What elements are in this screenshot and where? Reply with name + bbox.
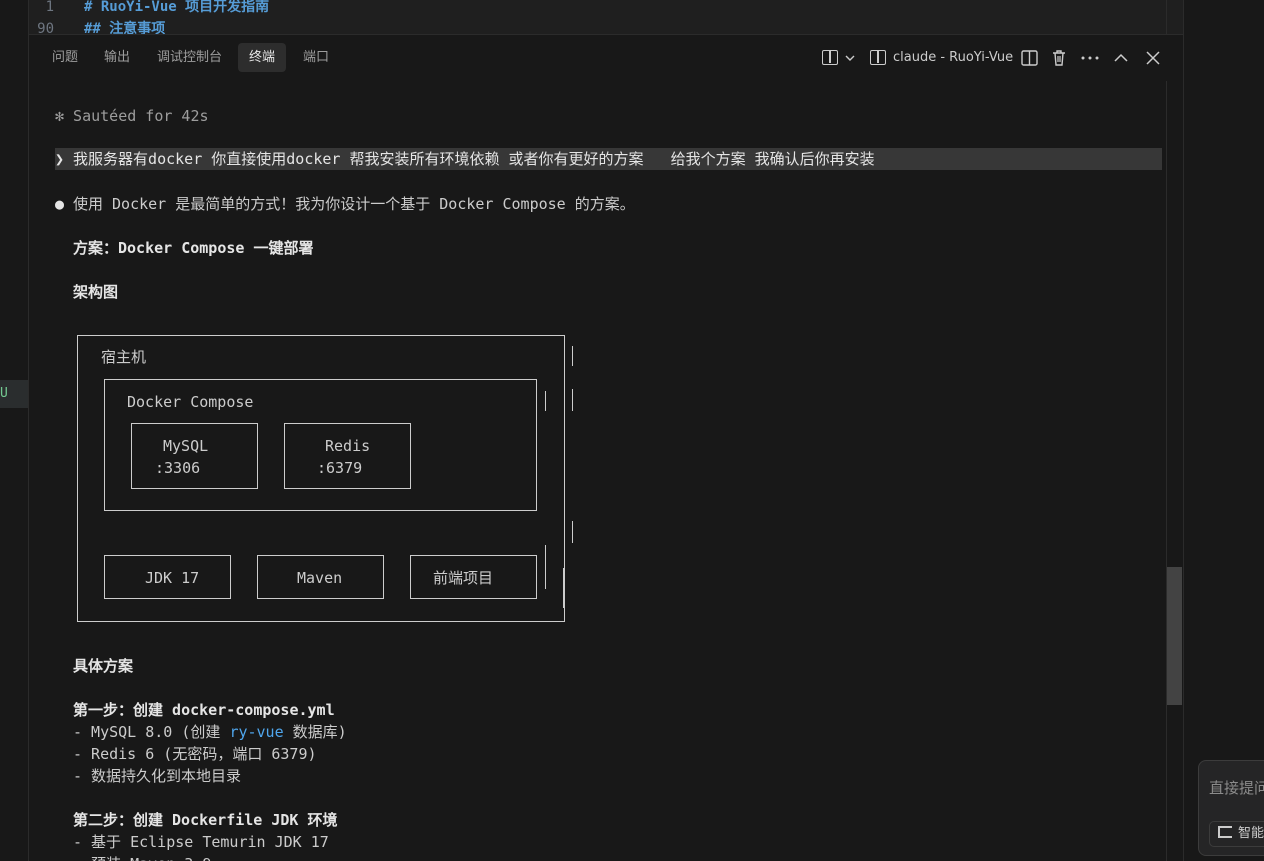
mysql-port: :3306 bbox=[155, 459, 201, 477]
chat-placeholder: 直接提问 bbox=[1209, 779, 1264, 797]
editor-divider bbox=[1166, 0, 1167, 34]
step2-item: - 预装 Maven 3.9 bbox=[73, 853, 211, 861]
chat-input-box[interactable]: 直接提问 智能 bbox=[1198, 760, 1264, 856]
chat-mode-button[interactable]: 智能 bbox=[1209, 821, 1264, 847]
step1-item: - Redis 6 (无密码，端口 6379) bbox=[73, 745, 317, 763]
frontend-label: 前端项目 bbox=[433, 569, 494, 587]
step1-item: - 数据持久化到本地目录 bbox=[73, 767, 242, 785]
tab-ports[interactable]: 端口 bbox=[292, 43, 340, 72]
reply-bullet: ● bbox=[55, 195, 65, 213]
maven-label: Maven bbox=[297, 569, 343, 587]
diagram-edge bbox=[563, 568, 564, 590]
line-number: 1 bbox=[45, 0, 54, 15]
more-icon[interactable] bbox=[1080, 47, 1102, 69]
step1-title: 第一步：创建 docker-compose.yml bbox=[73, 701, 335, 719]
plan-title: 方案：Docker Compose 一键部署 bbox=[73, 239, 314, 257]
diagram-edge bbox=[545, 391, 546, 411]
tab-terminal[interactable]: 终端 bbox=[238, 43, 287, 72]
split-editor-icon[interactable] bbox=[1021, 47, 1043, 69]
editor-line-text: # RuoYi-Vue 项目开发指南 bbox=[84, 0, 270, 15]
user-prompt: ❯ 我服务器有docker 你直接使用docker 帮我安装所有环境依赖 或者你… bbox=[55, 150, 875, 168]
step2-title: 第二步：创建 Dockerfile JDK 环境 bbox=[73, 811, 338, 829]
redis-label: Redis bbox=[325, 437, 371, 455]
diagram-edge bbox=[572, 389, 573, 411]
compose-label: Docker Compose bbox=[127, 393, 254, 411]
chat-mode-label: 智能 bbox=[1238, 826, 1264, 841]
host-label: 宿主机 bbox=[101, 348, 147, 366]
editor-line: 90 ## 注意事项 bbox=[29, 19, 165, 34]
status-line: ✻ Sautéed for 42s bbox=[55, 107, 209, 125]
step1-item: - MySQL 8.0 (创建 ry-vue 数据库) bbox=[73, 723, 347, 741]
chevron-down-icon[interactable] bbox=[844, 47, 866, 69]
split-terminal-icon[interactable] bbox=[822, 47, 844, 69]
close-icon[interactable] bbox=[1144, 47, 1166, 69]
editor-peek: 1 # RuoYi-Vue 项目开发指南 90 ## 注意事项 bbox=[29, 0, 1166, 34]
bottom-panel: 问题 输出 调试控制台 终端 端口 claude - RuoYi-Vue ✻ S… bbox=[29, 34, 1183, 861]
tab-output[interactable]: 输出 bbox=[93, 43, 141, 72]
redis-port: :6379 bbox=[317, 459, 363, 477]
terminal-title[interactable]: claude - RuoYi-Vue bbox=[893, 47, 1013, 69]
tab-problems[interactable]: 问题 bbox=[41, 43, 89, 72]
jdk-label: JDK 17 bbox=[145, 569, 200, 587]
terminal-scrollbar[interactable] bbox=[1166, 81, 1183, 861]
diagram-edge bbox=[572, 521, 573, 543]
activity-bar: U bbox=[0, 0, 29, 861]
terminal-scroll-thumb[interactable] bbox=[1167, 567, 1182, 705]
step2-item: - 基于 Eclipse Temurin JDK 17 bbox=[73, 833, 329, 851]
terminal-icon bbox=[870, 47, 892, 69]
chevron-up-icon[interactable] bbox=[1112, 47, 1134, 69]
trash-icon[interactable] bbox=[1050, 47, 1072, 69]
line-number: 90 bbox=[37, 21, 54, 34]
arch-title: 架构图 bbox=[73, 283, 119, 301]
reply-intro: 使用 Docker 是最简单的方式！我为你设计一个基于 Docker Compo… bbox=[73, 195, 635, 213]
chat-mode-icon bbox=[1218, 826, 1232, 838]
secondary-sidebar bbox=[1183, 0, 1264, 861]
editor-line: 1 # RuoYi-Vue 项目开发指南 bbox=[29, 0, 270, 17]
editor-line-text: ## 注意事项 bbox=[84, 21, 166, 34]
user-prompt-row: ❯ 我服务器有docker 你直接使用docker 帮我安装所有环境依赖 或者你… bbox=[55, 148, 1162, 170]
details-title: 具体方案 bbox=[73, 657, 134, 675]
diagram-edge bbox=[572, 346, 573, 366]
terminal-output[interactable]: ✻ Sautéed for 42s ❯ 我服务器有docker 你直接使用doc… bbox=[29, 81, 1166, 861]
untracked-indicator: U bbox=[0, 380, 28, 408]
diagram-edge bbox=[545, 545, 546, 589]
mysql-label: MySQL bbox=[163, 437, 209, 455]
panel-tabs: 问题 输出 调试控制台 终端 端口 claude - RuoYi-Vue bbox=[29, 35, 1183, 81]
tab-debug-console[interactable]: 调试控制台 bbox=[146, 43, 233, 72]
